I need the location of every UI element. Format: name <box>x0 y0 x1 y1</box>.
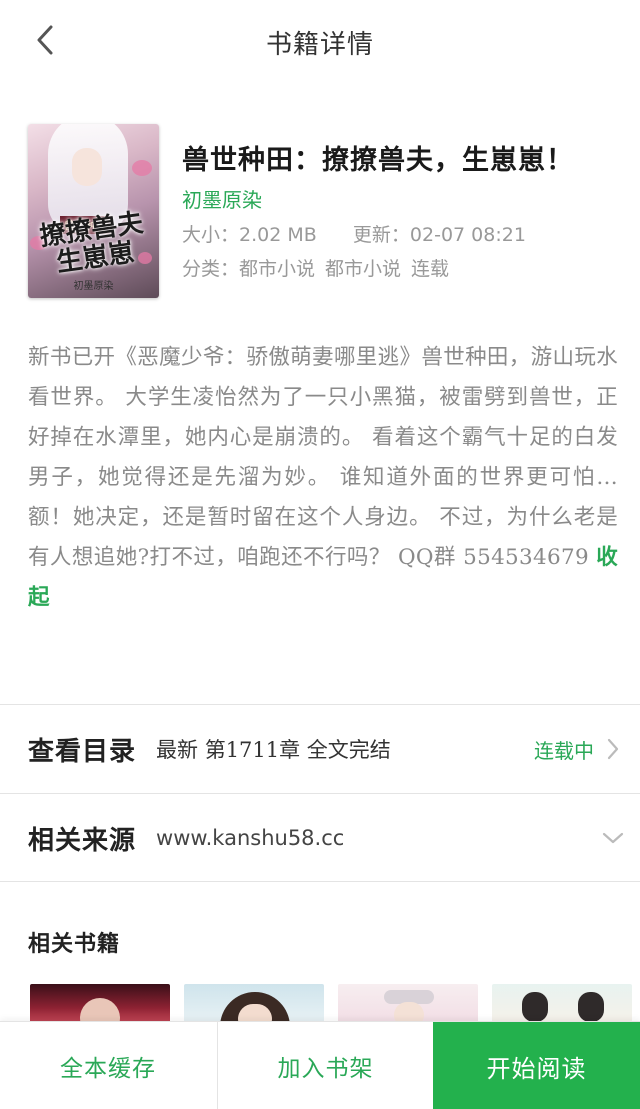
book-title: 兽世种田：撩撩兽夫，生崽崽！ <box>182 145 574 176</box>
size-label: 大小： <box>182 224 240 246</box>
chevron-right-icon <box>602 738 624 760</box>
description-text: 新书已开《恶魔少爷：骄傲萌妻哪里逃》兽世种田，游山玩水看世界。 大学生凌怡然为了… <box>28 345 618 570</box>
update-label: 更新： <box>352 224 410 246</box>
related-book-cover[interactable] <box>30 984 170 1024</box>
category-label: 分类： <box>182 258 240 280</box>
add-to-shelf-button[interactable]: 加入书架 <box>217 1022 433 1109</box>
chevron-down-icon <box>602 827 624 849</box>
serial-status: 连载中 <box>534 738 594 763</box>
related-book-cover[interactable] <box>338 984 478 1024</box>
source-row[interactable]: 相关来源 www.kanshu58.cc <box>0 794 640 882</box>
cover-title: 撩撩兽夫 生崽崽 <box>37 208 146 279</box>
app-header: 书籍详情 <box>0 0 640 88</box>
category-tag: 连载 <box>411 258 450 280</box>
size-value: 2.02 MB <box>239 224 317 246</box>
catalog-row[interactable]: 查看目录 最新 第1711章 全文完结 连载中 <box>0 705 640 793</box>
book-categories: 分类：都市小说 都市小说 连载 <box>182 254 459 281</box>
related-book-cover[interactable] <box>492 984 632 1024</box>
related-book-cover[interactable] <box>184 984 324 1024</box>
source-value: www.kanshu58.cc <box>156 826 345 850</box>
related-books-title: 相关书籍 <box>28 931 121 957</box>
book-description: 新书已开《恶魔少爷：骄傲萌妻哪里逃》兽世种田，游山玩水看世界。 大学生凌怡然为了… <box>28 338 618 618</box>
start-reading-button[interactable]: 开始阅读 <box>433 1022 640 1109</box>
book-cover[interactable]: 兽世种田 撩撩兽夫 生崽崽 初墨原染 <box>28 124 159 298</box>
page-title: 书籍详情 <box>265 30 374 60</box>
category-tag: 都市小说 <box>239 258 316 280</box>
bottom-action-bar: 全本缓存 加入书架 开始阅读 <box>0 1021 640 1109</box>
book-meta: 大小：2.02 MB 更新：02-07 08:21 <box>182 220 526 247</box>
book-author[interactable]: 初墨原染 <box>182 184 262 213</box>
latest-chapter: 最新 第1711章 全文完结 <box>156 738 391 762</box>
catalog-label: 查看目录 <box>28 736 137 767</box>
category-tag: 都市小说 <box>325 258 402 280</box>
related-books-list <box>30 984 640 1024</box>
update-value: 02-07 08:21 <box>409 224 526 246</box>
source-label: 相关来源 <box>28 825 137 856</box>
cache-all-button[interactable]: 全本缓存 <box>0 1022 216 1109</box>
book-info: 兽世种田 撩撩兽夫 生崽崽 初墨原染 兽世种田：撩撩兽夫，生崽崽！ 初墨原染 大… <box>28 124 618 300</box>
cover-author: 初墨原染 <box>73 281 114 292</box>
divider <box>0 881 640 882</box>
